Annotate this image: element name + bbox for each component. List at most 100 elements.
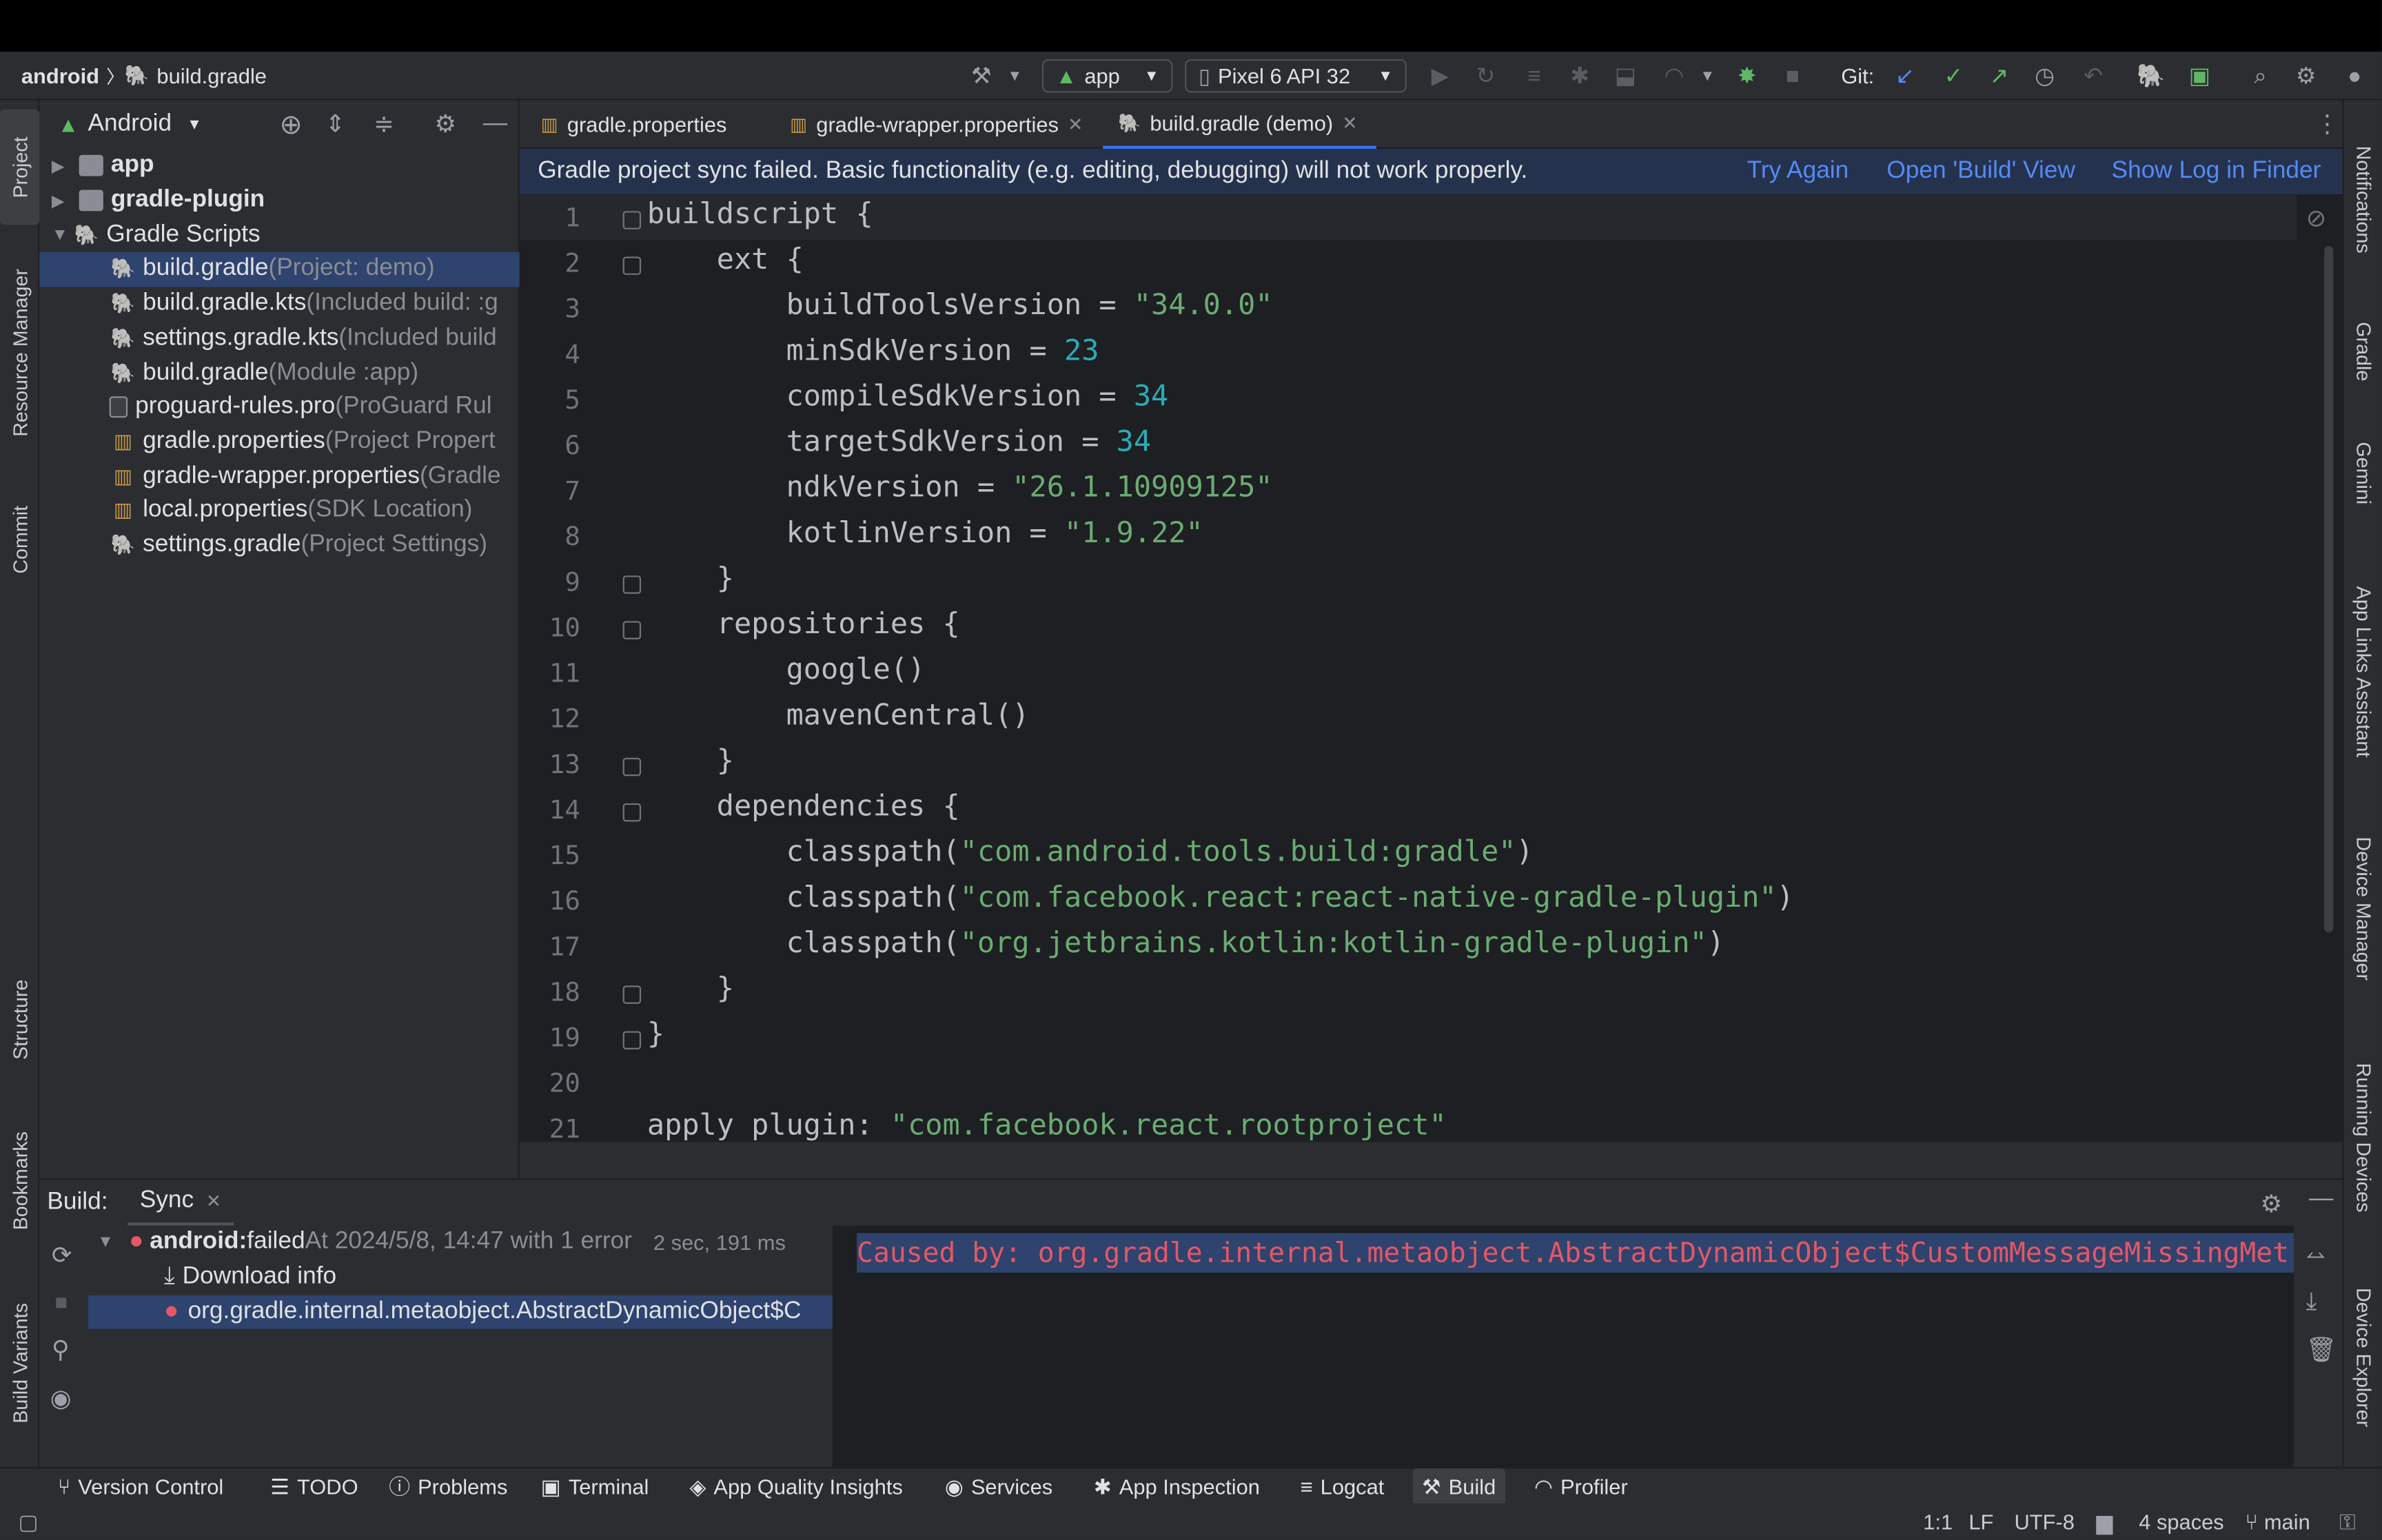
chevron-down-icon[interactable]: ▼	[187, 116, 202, 133]
rerun-icon[interactable]: ↻	[1470, 61, 1500, 91]
fold-marker-icon[interactable]	[622, 1031, 642, 1049]
fold-marker-icon[interactable]	[622, 256, 642, 275]
stripe-running-devices[interactable]: Running Devices	[2344, 1045, 2382, 1230]
fold-marker-icon[interactable]	[622, 985, 642, 1004]
tab-version-control[interactable]: ⑂ Version Control	[49, 1468, 233, 1505]
chevron-down-icon[interactable]: ▼	[999, 61, 1030, 91]
eye-icon[interactable]: ◉	[50, 1384, 72, 1414]
profile-icon[interactable]: ◠	[1659, 61, 1689, 91]
soft-wrap-icon[interactable]: ⥎	[2306, 1244, 2325, 1271]
expand-all-icon[interactable]: ⇕	[325, 110, 346, 140]
download-info-row[interactable]: ⤓ Download info	[88, 1260, 833, 1293]
build-hammer-icon[interactable]: ⚒	[966, 61, 997, 91]
chevron-down-icon[interactable]: ▼	[97, 1233, 114, 1251]
git-branch[interactable]: ⑂ main	[2246, 1503, 2310, 1540]
tree-item[interactable]: 🐘 build.gradle.kts (Included build: :g	[39, 287, 519, 321]
device-select[interactable]: ▯ Pixel 6 API 32 ▼	[1185, 59, 1407, 93]
fold-marker-icon[interactable]	[622, 575, 642, 594]
gear-icon[interactable]: ⚙	[434, 110, 456, 140]
collapse-all-icon[interactable]: ≑	[374, 110, 394, 140]
build-output[interactable]: Caused by: org.gradle.internal.metaobjec…	[832, 1225, 2294, 1469]
tab-app-quality-insights[interactable]: ◈ App Quality Insights	[680, 1468, 912, 1505]
tree-item[interactable]: 🐘 build.gradle (Project: demo)	[39, 252, 520, 287]
read-only-icon[interactable]: ▆	[2097, 1503, 2113, 1540]
window-icon[interactable]: ▢	[18, 1503, 38, 1540]
debug-icon[interactable]: ✱	[1565, 61, 1595, 91]
git-push-icon[interactable]: ↗	[1984, 61, 2014, 91]
tab-logcat[interactable]: ≡ Logcat	[1291, 1468, 1393, 1505]
chevron-right-icon[interactable]: ▶	[52, 156, 73, 176]
code-editor[interactable]: 1 buildscript {2 ext {3 buildToolsVersion…	[519, 194, 2343, 1142]
tree-item[interactable]: ▼ 🐘 Gradle Scripts	[39, 218, 519, 252]
line-separator[interactable]: LF	[1968, 1503, 1993, 1540]
caret-position[interactable]: 1:1	[1923, 1503, 1953, 1540]
minimize-icon[interactable]: —	[483, 111, 507, 138]
git-commit-icon[interactable]: ✓	[1938, 61, 1968, 91]
account-icon[interactable]: ●	[2339, 61, 2370, 91]
chevron-down-icon[interactable]: ▼	[52, 226, 73, 244]
stripe-bookmarks[interactable]: Bookmarks	[0, 1111, 39, 1251]
fold-marker-icon[interactable]	[622, 621, 642, 639]
stripe-project[interactable]: Project	[0, 109, 40, 225]
stripe-build-variants[interactable]: Build Variants	[0, 1285, 39, 1443]
git-update-icon[interactable]: ↙	[1890, 61, 1920, 91]
device-mirror-icon[interactable]: ▣	[2184, 61, 2215, 91]
stripe-device-manager[interactable]: Device Manager	[2344, 817, 2382, 999]
breadcrumb-root[interactable]: android	[21, 52, 99, 101]
tab-todo[interactable]: ☰ TODO	[261, 1468, 367, 1505]
more-options-icon[interactable]: ⋮	[2315, 110, 2339, 140]
error-item-row[interactable]: ● org.gradle.internal.metaobject.Abstrac…	[88, 1295, 833, 1329]
tree-item[interactable]: proguard-rules.pro (ProGuard Rul	[39, 390, 519, 424]
tree-item[interactable]: ▥ gradle-wrapper.properties (Gradle	[39, 459, 519, 493]
stripe-resource-manager[interactable]: Resource Manager	[0, 246, 39, 459]
tree-item[interactable]: ▶ app	[39, 149, 519, 183]
close-icon[interactable]: ✕	[1342, 112, 1357, 134]
stripe-app-links-assistant[interactable]: App Links Assistant	[2344, 565, 2382, 778]
attach-debugger-icon[interactable]: ⬓	[1610, 61, 1640, 91]
search-icon[interactable]: ⌕	[2246, 61, 2276, 91]
tab-services[interactable]: ◉ Services	[936, 1468, 1062, 1505]
show-log-link[interactable]: Show Log in Finder	[2112, 158, 2321, 185]
tree-item[interactable]: ▥ gradle.properties (Project Propert	[39, 424, 519, 459]
trash-icon[interactable]: 🗑	[2306, 1335, 2337, 1365]
tab-app-inspection[interactable]: ✱ App Inspection	[1085, 1468, 1269, 1505]
run-icon[interactable]: ▶	[1425, 61, 1455, 91]
stripe-notifications[interactable]: Notifications	[2344, 116, 2382, 283]
git-rollback-icon[interactable]: ↶	[2078, 61, 2108, 91]
tree-item[interactable]: ▥ local.properties (SDK Location)	[39, 493, 519, 528]
try-again-link[interactable]: Try Again	[1747, 158, 1849, 185]
stripe-commit[interactable]: Commit	[0, 486, 39, 592]
breadcrumb-file[interactable]: 🐘 build.gradle	[125, 52, 267, 101]
sync-icon[interactable]: ⟳	[52, 1241, 72, 1271]
project-view-select[interactable]: Android	[88, 111, 172, 138]
scroll-to-end-icon[interactable]: ⤓	[2306, 1289, 2317, 1317]
tab-build-gradle-demo[interactable]: 🐘 build.gradle (demo) ✕	[1103, 100, 1376, 149]
tab-profiler[interactable]: ◠ Profiler	[1525, 1468, 1637, 1505]
stripe-structure[interactable]: Structure	[0, 960, 39, 1078]
close-icon[interactable]: ✕	[1068, 114, 1083, 135]
editor-scrollbar[interactable]	[2324, 246, 2334, 933]
stripe-device-explorer[interactable]: Device Explorer	[2344, 1270, 2382, 1446]
minimize-icon[interactable]: —	[2309, 1186, 2333, 1213]
apply-changes-icon[interactable]: ≡	[1519, 61, 1549, 91]
tab-gradle-wrapper-properties[interactable]: ▥ gradle-wrapper.properties ✕	[775, 100, 1098, 149]
chevron-down-icon[interactable]: ▼	[1692, 61, 1722, 91]
tree-item[interactable]: 🐘 settings.gradle.kts (Included build	[39, 321, 519, 356]
tab-problems[interactable]: ⓘ Problems	[380, 1468, 517, 1505]
tree-item[interactable]: 🐘 build.gradle (Module :app)	[39, 356, 519, 390]
locate-icon[interactable]: ⊕	[280, 109, 303, 141]
lock-icon[interactable]: ⚿	[2339, 1503, 2355, 1540]
stop-icon[interactable]: ■	[1778, 61, 1808, 91]
tab-gradle-properties[interactable]: ▥ gradle.properties	[526, 100, 742, 149]
gear-icon[interactable]: ⚙	[2291, 61, 2321, 91]
fold-marker-icon[interactable]	[622, 757, 642, 777]
build-root-row[interactable]: ▼ ● android: failed At 2024/5/8, 14:47 w…	[88, 1226, 833, 1259]
chevron-right-icon[interactable]: ▶	[52, 191, 73, 210]
tab-build[interactable]: ⚒ Build	[1412, 1468, 1505, 1506]
indent-setting[interactable]: 4 spaces	[2139, 1503, 2224, 1540]
tab-sync[interactable]: Sync ✕	[128, 1180, 234, 1226]
output-error-line[interactable]: Caused by: org.gradle.internal.metaobjec…	[857, 1233, 2294, 1273]
fold-marker-icon[interactable]	[622, 211, 642, 229]
file-encoding[interactable]: UTF-8	[2015, 1503, 2075, 1540]
fold-marker-icon[interactable]	[622, 803, 642, 822]
